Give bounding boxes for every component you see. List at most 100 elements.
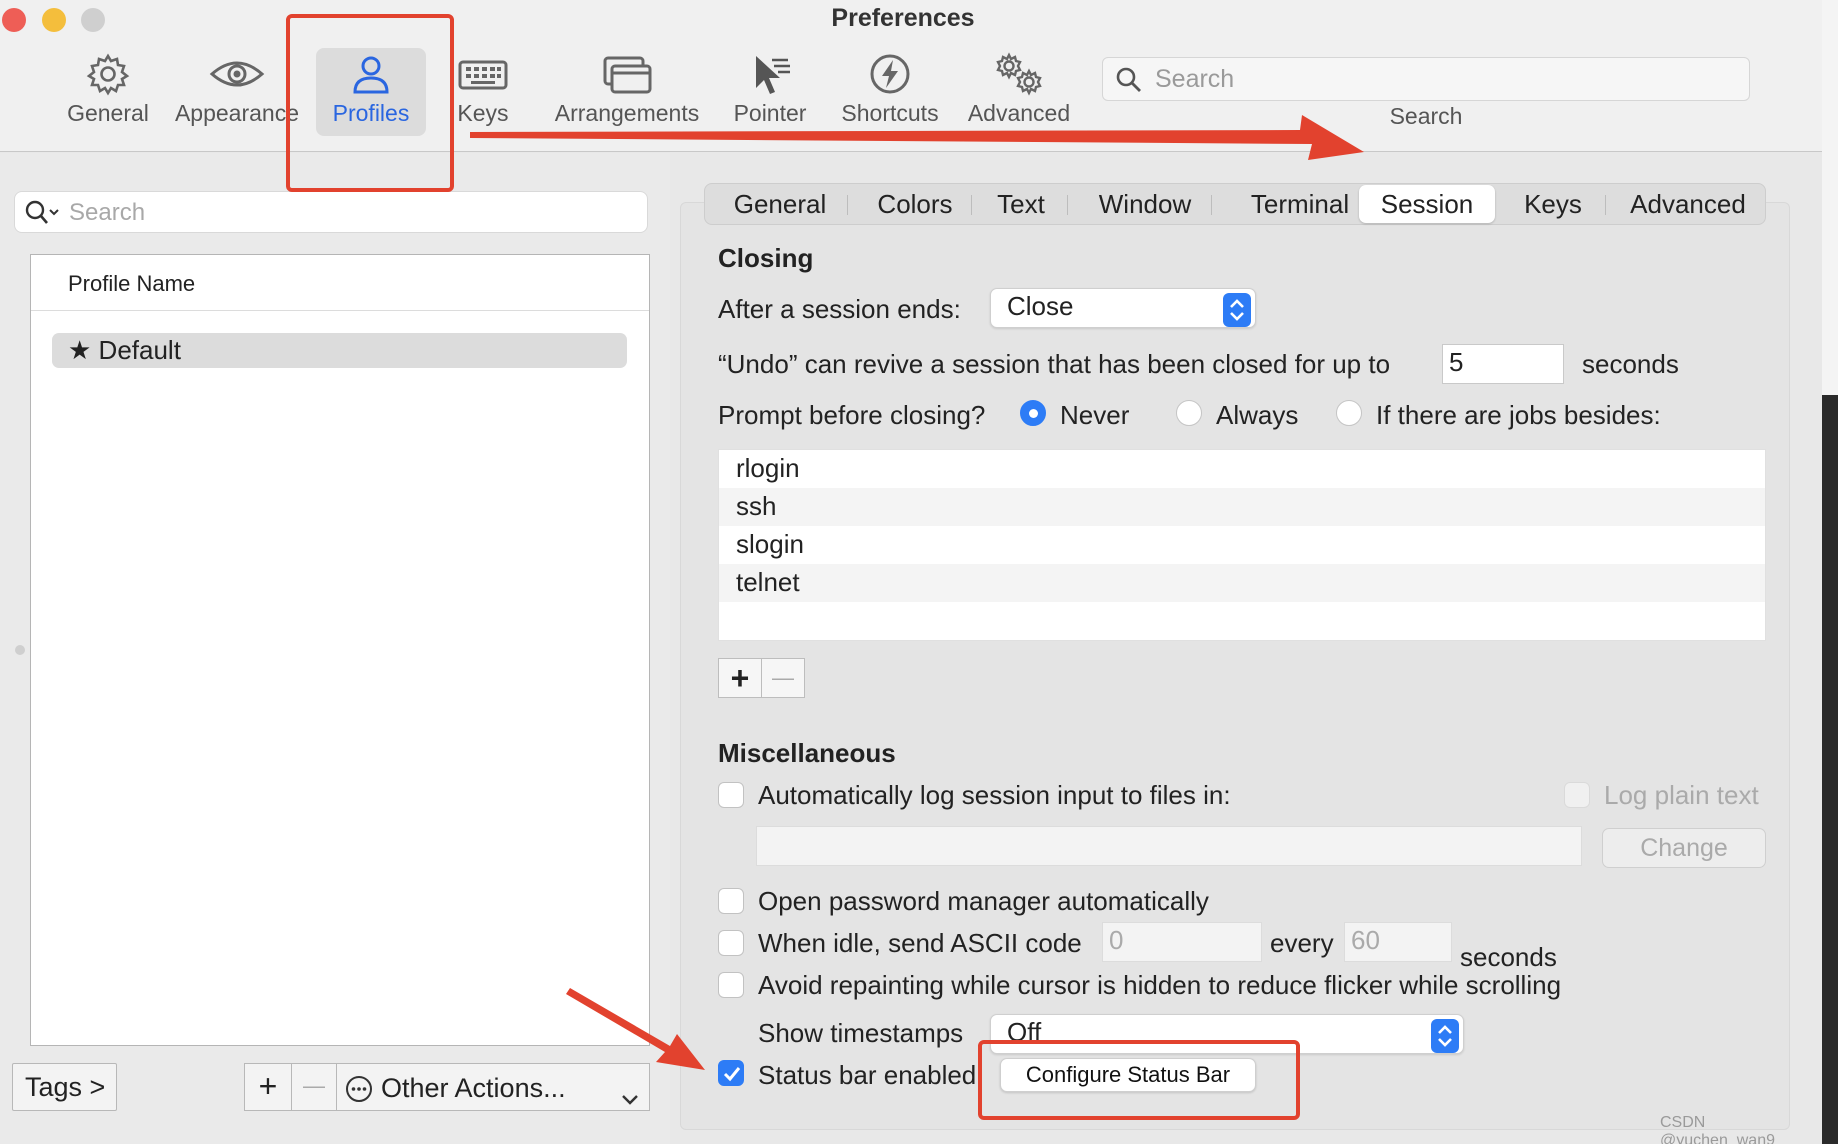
- prompt-always-label: Always: [1216, 400, 1299, 430]
- idle-send-label: When idle, send ASCII code: [758, 928, 1082, 958]
- list-item[interactable]: slogin: [719, 526, 1765, 564]
- change-log-directory-button[interactable]: Change: [1602, 828, 1766, 868]
- show-timestamps-select[interactable]: Off: [990, 1014, 1464, 1054]
- tab-terminal[interactable]: Terminal: [1227, 184, 1373, 224]
- person-icon: [316, 52, 426, 96]
- bolt-icon: [836, 52, 944, 96]
- profile-search-field[interactable]: [14, 191, 648, 233]
- toolbar-shortcuts[interactable]: Shortcuts: [836, 52, 944, 142]
- split-view-handle[interactable]: [15, 645, 25, 655]
- toolbar-label: Shortcuts: [841, 100, 939, 126]
- idle-interval-input[interactable]: 60: [1344, 922, 1452, 962]
- toolbar-label: Advanced: [967, 100, 1071, 126]
- tab-window[interactable]: Window: [1075, 184, 1215, 224]
- tags-button[interactable]: Tags >: [12, 1063, 117, 1111]
- windows-icon: [550, 52, 704, 96]
- toolbar-general[interactable]: General: [60, 52, 156, 142]
- search-icon: [23, 198, 63, 233]
- gears-icon: [964, 52, 1074, 96]
- log-directory-field[interactable]: [756, 826, 1582, 866]
- miscellaneous-heading: Miscellaneous: [718, 738, 896, 768]
- list-item[interactable]: ssh: [719, 488, 1765, 526]
- profile-search-input[interactable]: [69, 198, 629, 228]
- tab-keys[interactable]: Keys: [1505, 184, 1601, 224]
- other-actions-menu[interactable]: Other Actions...: [336, 1063, 650, 1111]
- pointer-icon: [724, 52, 816, 96]
- toolbar-label: Profiles: [332, 100, 410, 126]
- prompt-never-radio[interactable]: [1020, 400, 1046, 426]
- list-item[interactable]: rlogin: [719, 450, 1765, 488]
- idle-every-label: every: [1270, 928, 1334, 958]
- profiles-sidebar: Profile Name ★ Default Tags > + — Other …: [0, 153, 670, 1144]
- toolbar-keys[interactable]: Keys: [446, 52, 520, 142]
- avoid-repainting-label: Avoid repainting while cursor is hidden …: [758, 970, 1562, 1000]
- prompt-jobs-radio[interactable]: [1336, 400, 1362, 426]
- toolbar-arrangements[interactable]: Arrangements: [550, 52, 704, 142]
- tab-advanced[interactable]: Advanced: [1615, 184, 1761, 224]
- preferences-window: Preferences General Appearance Profiles …: [0, 0, 1822, 1144]
- remove-profile-button[interactable]: —: [291, 1063, 337, 1111]
- list-item[interactable]: telnet: [719, 564, 1765, 602]
- tab-text[interactable]: Text: [981, 184, 1061, 224]
- log-plain-text-label: Log plain text: [1604, 780, 1759, 810]
- profile-table: Profile Name ★ Default: [30, 254, 650, 1046]
- closing-heading: Closing: [718, 243, 814, 273]
- prompt-never-label: Never: [1060, 400, 1130, 430]
- profile-name: Default: [98, 335, 181, 365]
- other-actions-label: Other Actions...: [381, 1073, 566, 1103]
- undo-seconds-input[interactable]: 5: [1442, 344, 1564, 384]
- chevron-down-icon: [621, 1082, 639, 1113]
- select-arrows-icon: [1223, 293, 1251, 327]
- jobs-list: rlogin ssh slogin telnet: [718, 449, 1766, 641]
- profile-row-default[interactable]: ★ Default: [52, 333, 627, 368]
- undo-seconds-suffix: seconds: [1582, 349, 1679, 379]
- show-timestamps-label: Show timestamps: [758, 1018, 964, 1048]
- log-plain-text-checkbox[interactable]: [1564, 782, 1590, 808]
- prompt-jobs-label: If there are jobs besides:: [1376, 400, 1661, 430]
- profile-name-column-header[interactable]: Profile Name: [31, 255, 649, 311]
- background-window-strip: [1822, 0, 1838, 1144]
- toolbar-label: General: [67, 100, 149, 126]
- select-arrows-icon: [1431, 1019, 1459, 1053]
- toolbar: Preferences General Appearance Profiles …: [0, 0, 1822, 152]
- avoid-repainting-checkbox[interactable]: [718, 972, 744, 998]
- gear-icon: [60, 52, 156, 96]
- keyboard-icon: [446, 52, 520, 96]
- toolbar-profiles[interactable]: Profiles: [316, 48, 426, 136]
- after-session-ends-label: After a session ends:: [718, 294, 961, 324]
- toolbar-label: Pointer: [733, 100, 807, 126]
- tab-session[interactable]: Session: [1359, 185, 1495, 223]
- toolbar-label: Appearance: [174, 100, 300, 126]
- autolog-label: Automatically log session input to files…: [758, 780, 1231, 810]
- after-session-ends-select[interactable]: Close: [990, 288, 1256, 328]
- add-profile-button[interactable]: +: [244, 1063, 292, 1111]
- toolbar-label: Arrangements: [554, 100, 700, 126]
- toolbar-search-label: Search: [1389, 103, 1463, 129]
- password-manager-checkbox[interactable]: [718, 888, 744, 914]
- show-timestamps-value: Off: [1007, 1017, 1042, 1047]
- password-manager-label: Open password manager automatically: [758, 886, 1209, 916]
- watermark: CSDN @yuchen_wan9: [1660, 1114, 1775, 1144]
- prompt-before-closing-label: Prompt before closing?: [718, 400, 986, 430]
- toolbar-search-field[interactable]: [1102, 57, 1750, 101]
- toolbar-pointer[interactable]: Pointer: [724, 52, 816, 142]
- star-icon: ★: [68, 335, 92, 365]
- remove-job-button[interactable]: —: [761, 658, 805, 698]
- toolbar-advanced[interactable]: Advanced: [964, 52, 1074, 142]
- toolbar-search-input[interactable]: [1155, 64, 1735, 94]
- prompt-always-radio[interactable]: [1176, 400, 1202, 426]
- autolog-checkbox[interactable]: [718, 782, 744, 808]
- tab-colors[interactable]: Colors: [855, 184, 975, 224]
- eye-icon: [172, 52, 302, 96]
- status-bar-enabled-checkbox[interactable]: [718, 1060, 744, 1086]
- status-bar-enabled-label: Status bar enabled: [758, 1060, 977, 1090]
- idle-send-checkbox[interactable]: [718, 930, 744, 956]
- checkmark-icon: [722, 1064, 742, 1089]
- tab-general[interactable]: General: [715, 184, 845, 224]
- toolbar-appearance[interactable]: Appearance: [172, 52, 302, 142]
- ellipsis-circle-icon: [345, 1075, 373, 1110]
- idle-ascii-code-input[interactable]: 0: [1102, 922, 1262, 962]
- configure-status-bar-button[interactable]: Configure Status Bar: [1000, 1058, 1256, 1092]
- add-job-button[interactable]: +: [718, 658, 762, 698]
- toolbar-label: Keys: [457, 100, 509, 126]
